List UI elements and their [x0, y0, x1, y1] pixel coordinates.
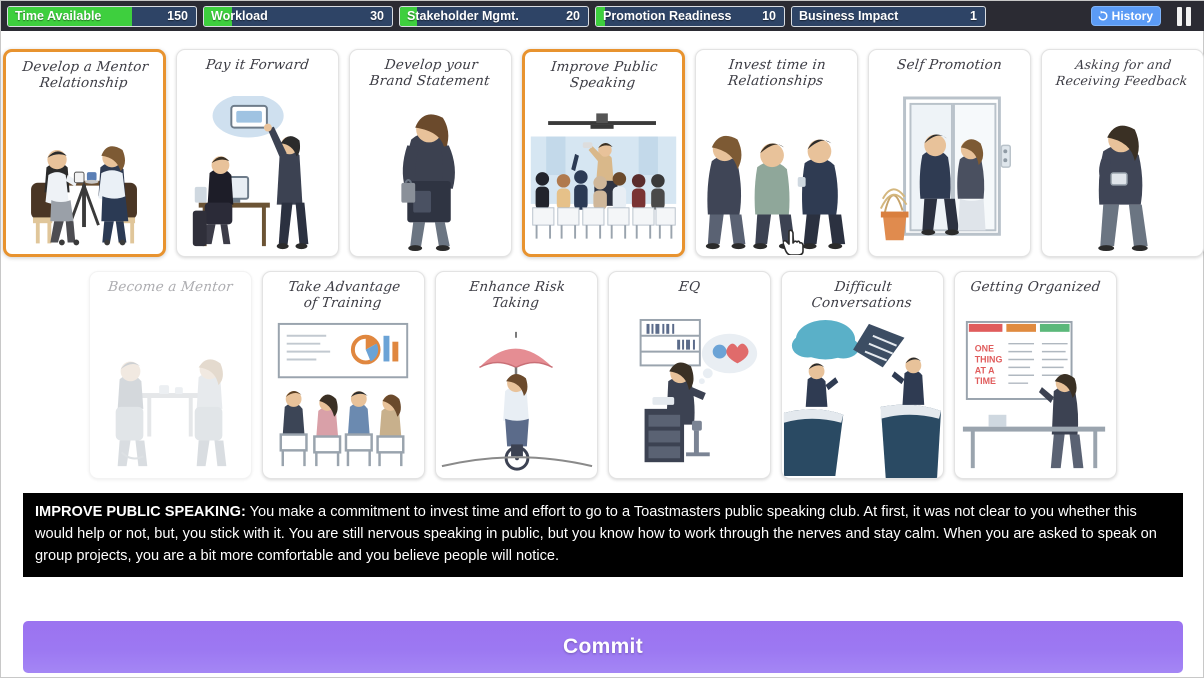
meter-label: Business Impact: [799, 9, 899, 23]
card-title: Difficult Conversations: [810, 279, 913, 311]
card-row-1: Develop a Mentor Relationship Pay it For…: [2, 49, 1204, 257]
meter-label: Workload: [211, 9, 268, 23]
card-title: Self Promotion: [895, 57, 1003, 73]
meter-time-available[interactable]: Time Available 150: [7, 5, 197, 27]
card-title: Invest time in Relationships: [726, 57, 827, 89]
card-illustration-desk-thought: [609, 318, 770, 478]
card-asking-for-and-receiving-feedback[interactable]: Asking for and Receiving Feedback: [1040, 49, 1204, 257]
card-getting-organized[interactable]: Getting Organized ONE THING AT A TIME: [954, 271, 1117, 479]
card-difficult-conversations[interactable]: Difficult Conversations: [781, 271, 944, 479]
card-take-advantage-of-training[interactable]: Take Advantage of Training: [262, 271, 425, 479]
card-illustration-elevator-pair: [869, 96, 1030, 256]
card-eq[interactable]: EQ: [608, 271, 771, 479]
card-pay-it-forward[interactable]: Pay it Forward: [175, 49, 339, 257]
card-become-a-mentor[interactable]: Become a Mentor: [89, 271, 252, 479]
card-illustration-three-people: [696, 96, 857, 256]
card-title: Pay it Forward: [204, 57, 310, 73]
pause-bar-right: [1186, 6, 1191, 26]
meter-value: 150: [167, 9, 188, 23]
meter-value: 20: [566, 9, 580, 23]
meter-stakeholder-mgmt[interactable]: Stakeholder Mgmt. 20: [399, 5, 589, 27]
resource-topbar: Time Available 150 Workload 30 Stakehold…: [1, 1, 1204, 31]
card-improve-public-speaking[interactable]: Improve Public Speaking: [521, 49, 685, 257]
svg-text:AT A: AT A: [975, 365, 995, 375]
card-title: Enhance Risk Taking: [468, 279, 567, 311]
card-title: Develop a Mentor Relationship: [21, 59, 149, 91]
meter-label: Time Available: [15, 9, 102, 23]
card-illustration-woman-with-bag: [350, 96, 511, 256]
meter-promotion-readiness[interactable]: Promotion Readiness 10: [595, 5, 785, 27]
card-self-promotion[interactable]: Self Promotion: [867, 49, 1031, 257]
card-row-2: Become a Mentor Take Advantage of Traini…: [15, 271, 1191, 479]
card-title: Develop your Brand Statement: [368, 57, 491, 89]
card-illustration-mentor-table: [90, 318, 251, 478]
meter-label: Stakeholder Mgmt.: [407, 9, 519, 23]
card-develop-a-mentor-relationship[interactable]: Develop a Mentor Relationship: [2, 49, 166, 257]
card-illustration-mentor-meeting: [6, 98, 163, 254]
card-illustration-classroom: [263, 318, 424, 478]
card-title: Improve Public Speaking: [549, 59, 659, 91]
meter-value: 10: [762, 9, 776, 23]
meter-label: Promotion Readiness: [603, 9, 732, 23]
card-enhance-risk-taking[interactable]: Enhance Risk Taking: [435, 271, 598, 479]
undo-history-icon: [1097, 10, 1109, 22]
svg-text:THING: THING: [975, 354, 1003, 364]
game-screen: Time Available 150 Workload 30 Stakehold…: [0, 0, 1204, 678]
card-grid: Develop a Mentor Relationship Pay it For…: [1, 31, 1204, 479]
card-illustration-desk-presentation: [177, 96, 338, 256]
history-button[interactable]: History: [1090, 6, 1161, 26]
card-develop-your-brand-statement[interactable]: Develop your Brand Statement: [348, 49, 512, 257]
pause-bar-left: [1177, 6, 1182, 26]
scenario-description-panel: IMPROVE PUBLIC SPEAKING: You make a comm…: [23, 493, 1183, 577]
card-illustration-single-person: [1042, 96, 1203, 256]
card-title: Getting Organized: [969, 279, 1102, 295]
card-title: Asking for and Receiving Feedback: [1054, 57, 1188, 88]
svg-text:ONE: ONE: [975, 344, 994, 354]
card-illustration-umbrella-tightrope: [436, 318, 597, 478]
meter-workload[interactable]: Workload 30: [203, 5, 393, 27]
card-invest-time-in-relationships[interactable]: Invest time in Relationships: [694, 49, 858, 257]
card-title: EQ: [677, 279, 701, 295]
meter-value: 30: [370, 9, 384, 23]
description-heading: IMPROVE PUBLIC SPEAKING:: [35, 504, 246, 520]
card-illustration-cliff-gap: [782, 318, 943, 478]
card-illustration-whiteboard-list: ONE THING AT A TIME: [955, 318, 1116, 478]
svg-text:TIME: TIME: [975, 376, 996, 386]
pause-button[interactable]: [1177, 6, 1191, 26]
card-illustration-audience-speaker: [525, 98, 682, 254]
meter-value: 1: [970, 9, 977, 23]
commit-button[interactable]: Commit: [23, 621, 1183, 673]
meter-business-impact[interactable]: Business Impact 1: [791, 5, 986, 27]
card-title: Take Advantage of Training: [287, 279, 402, 311]
card-title: Become a Mentor: [107, 279, 234, 295]
history-button-label: History: [1111, 9, 1153, 23]
